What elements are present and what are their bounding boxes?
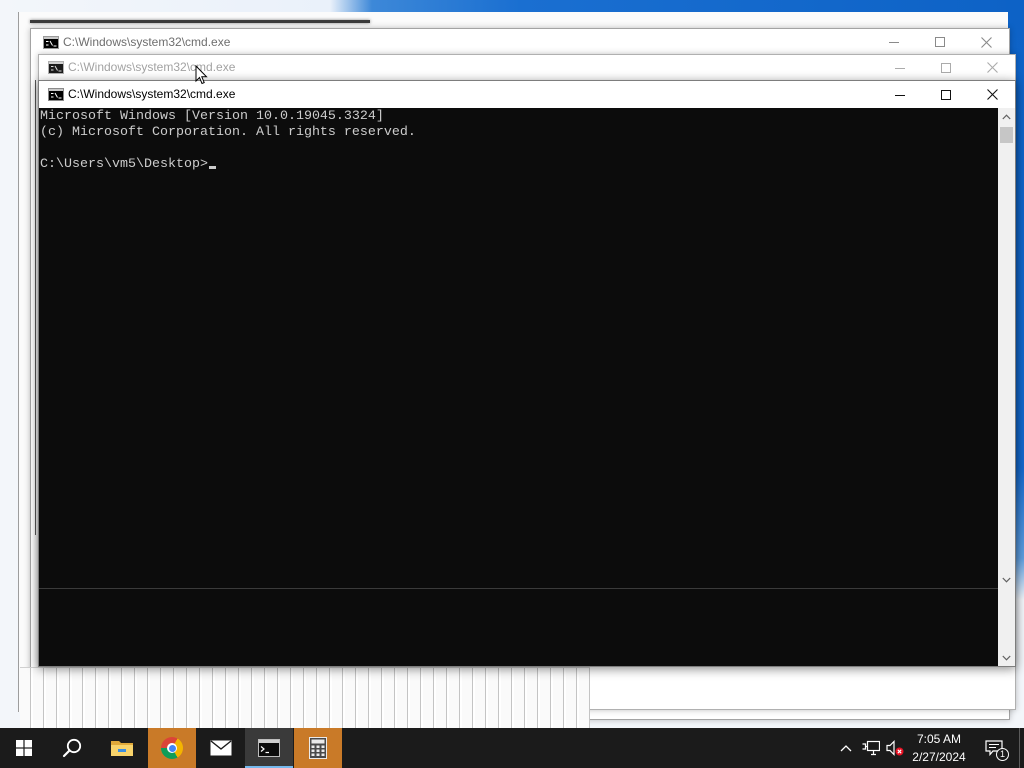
search-icon xyxy=(62,738,82,758)
clock[interactable]: 7:05 AM 2/27/2024 xyxy=(908,728,970,768)
start-button[interactable] xyxy=(0,728,48,768)
maximize-icon xyxy=(941,89,951,100)
close-icon xyxy=(986,89,998,100)
notification-count-badge: 1 xyxy=(996,748,1009,761)
network-button[interactable] xyxy=(859,728,883,768)
chevron-up-icon xyxy=(1002,114,1011,120)
scroll-down-button[interactable] xyxy=(998,652,1015,664)
window-trail-artifact xyxy=(20,667,590,728)
console-line: (c) Microsoft Corporation. All rights re… xyxy=(40,125,416,140)
console-area[interactable]: Microsoft Windows [Version 10.0.19045.33… xyxy=(39,108,998,588)
maximize-button[interactable] xyxy=(923,55,969,80)
minimize-icon xyxy=(895,67,905,69)
command-prompt-icon xyxy=(43,29,59,55)
action-center-button[interactable]: 1 xyxy=(975,728,1013,768)
close-icon xyxy=(986,62,998,73)
clock-date: 2/27/2024 xyxy=(912,750,966,764)
chevron-down-icon xyxy=(1002,655,1011,661)
taskbar: 7:05 AM 2/27/2024 1 xyxy=(0,728,1024,768)
console-area-lower[interactable] xyxy=(39,589,998,666)
taskbar-file-explorer[interactable] xyxy=(98,728,146,768)
window-title: C:\Windows\system32\cmd.exe xyxy=(68,60,236,74)
window-title: C:\Windows\system32\cmd.exe xyxy=(68,87,236,101)
calculator-icon xyxy=(309,737,327,759)
search-button[interactable] xyxy=(48,728,96,768)
text-cursor xyxy=(208,166,216,169)
window-title: C:\Windows\system32\cmd.exe xyxy=(63,35,231,49)
window-controls xyxy=(877,55,1015,80)
scroll-up-button[interactable] xyxy=(998,111,1015,123)
volume-button[interactable] xyxy=(883,728,907,768)
maximize-button[interactable] xyxy=(923,81,969,108)
maximize-icon xyxy=(941,62,951,73)
window-shadow-artifact xyxy=(30,20,370,23)
command-prompt-icon xyxy=(48,81,64,108)
close-icon xyxy=(980,36,992,48)
command-prompt-icon xyxy=(48,55,64,80)
cmd-window-active[interactable]: C:\Windows\system32\cmd.exe Microsoft Wi… xyxy=(38,80,1016,667)
taskbar-command-prompt[interactable] xyxy=(245,728,293,768)
clock-time: 7:05 AM xyxy=(916,732,962,746)
volume-muted-icon xyxy=(886,740,904,756)
window-controls xyxy=(871,29,1009,55)
console-prompt: C:\Users\vm5\Desktop> xyxy=(40,157,208,172)
title-bar[interactable]: C:\Windows\system32\cmd.exe xyxy=(31,29,1009,55)
taskbar-mail[interactable] xyxy=(197,728,245,768)
close-button[interactable] xyxy=(969,55,1015,80)
minimize-button[interactable] xyxy=(871,29,917,55)
title-bar[interactable]: C:\Windows\system32\cmd.exe xyxy=(39,55,1015,80)
minimize-icon xyxy=(889,42,899,43)
show-hidden-icons-button[interactable] xyxy=(834,728,858,768)
minimize-icon xyxy=(895,94,905,96)
chrome-icon xyxy=(161,737,183,759)
window-controls xyxy=(877,81,1015,108)
close-button[interactable] xyxy=(969,81,1015,108)
file-explorer-icon xyxy=(111,741,133,756)
arrow-cursor-icon xyxy=(195,64,208,85)
chevron-up-icon xyxy=(840,745,852,752)
network-icon xyxy=(862,740,880,756)
maximize-icon xyxy=(935,37,945,47)
taskbar-chrome[interactable] xyxy=(148,728,196,768)
mail-icon xyxy=(210,740,232,756)
chevron-down-icon xyxy=(1002,577,1011,583)
maximize-button[interactable] xyxy=(917,29,963,55)
title-bar[interactable]: C:\Windows\system32\cmd.exe xyxy=(39,81,1015,108)
show-desktop-button[interactable] xyxy=(1019,728,1024,768)
command-prompt-icon xyxy=(258,739,280,757)
windows-logo-icon xyxy=(16,740,32,756)
vertical-scrollbar[interactable] xyxy=(998,108,1015,666)
scroll-down-button[interactable] xyxy=(998,574,1015,586)
minimize-button[interactable] xyxy=(877,81,923,108)
close-button[interactable] xyxy=(963,29,1009,55)
window-edge-artifact xyxy=(35,80,36,535)
taskbar-calculator[interactable] xyxy=(294,728,342,768)
scroll-thumb[interactable] xyxy=(1000,127,1013,143)
console-line: Microsoft Windows [Version 10.0.19045.33… xyxy=(40,109,384,124)
console-output: Microsoft Windows [Version 10.0.19045.33… xyxy=(39,108,998,173)
console-prompt-line: C:\Users\vm5\Desktop> xyxy=(40,157,998,173)
minimize-button[interactable] xyxy=(877,55,923,80)
